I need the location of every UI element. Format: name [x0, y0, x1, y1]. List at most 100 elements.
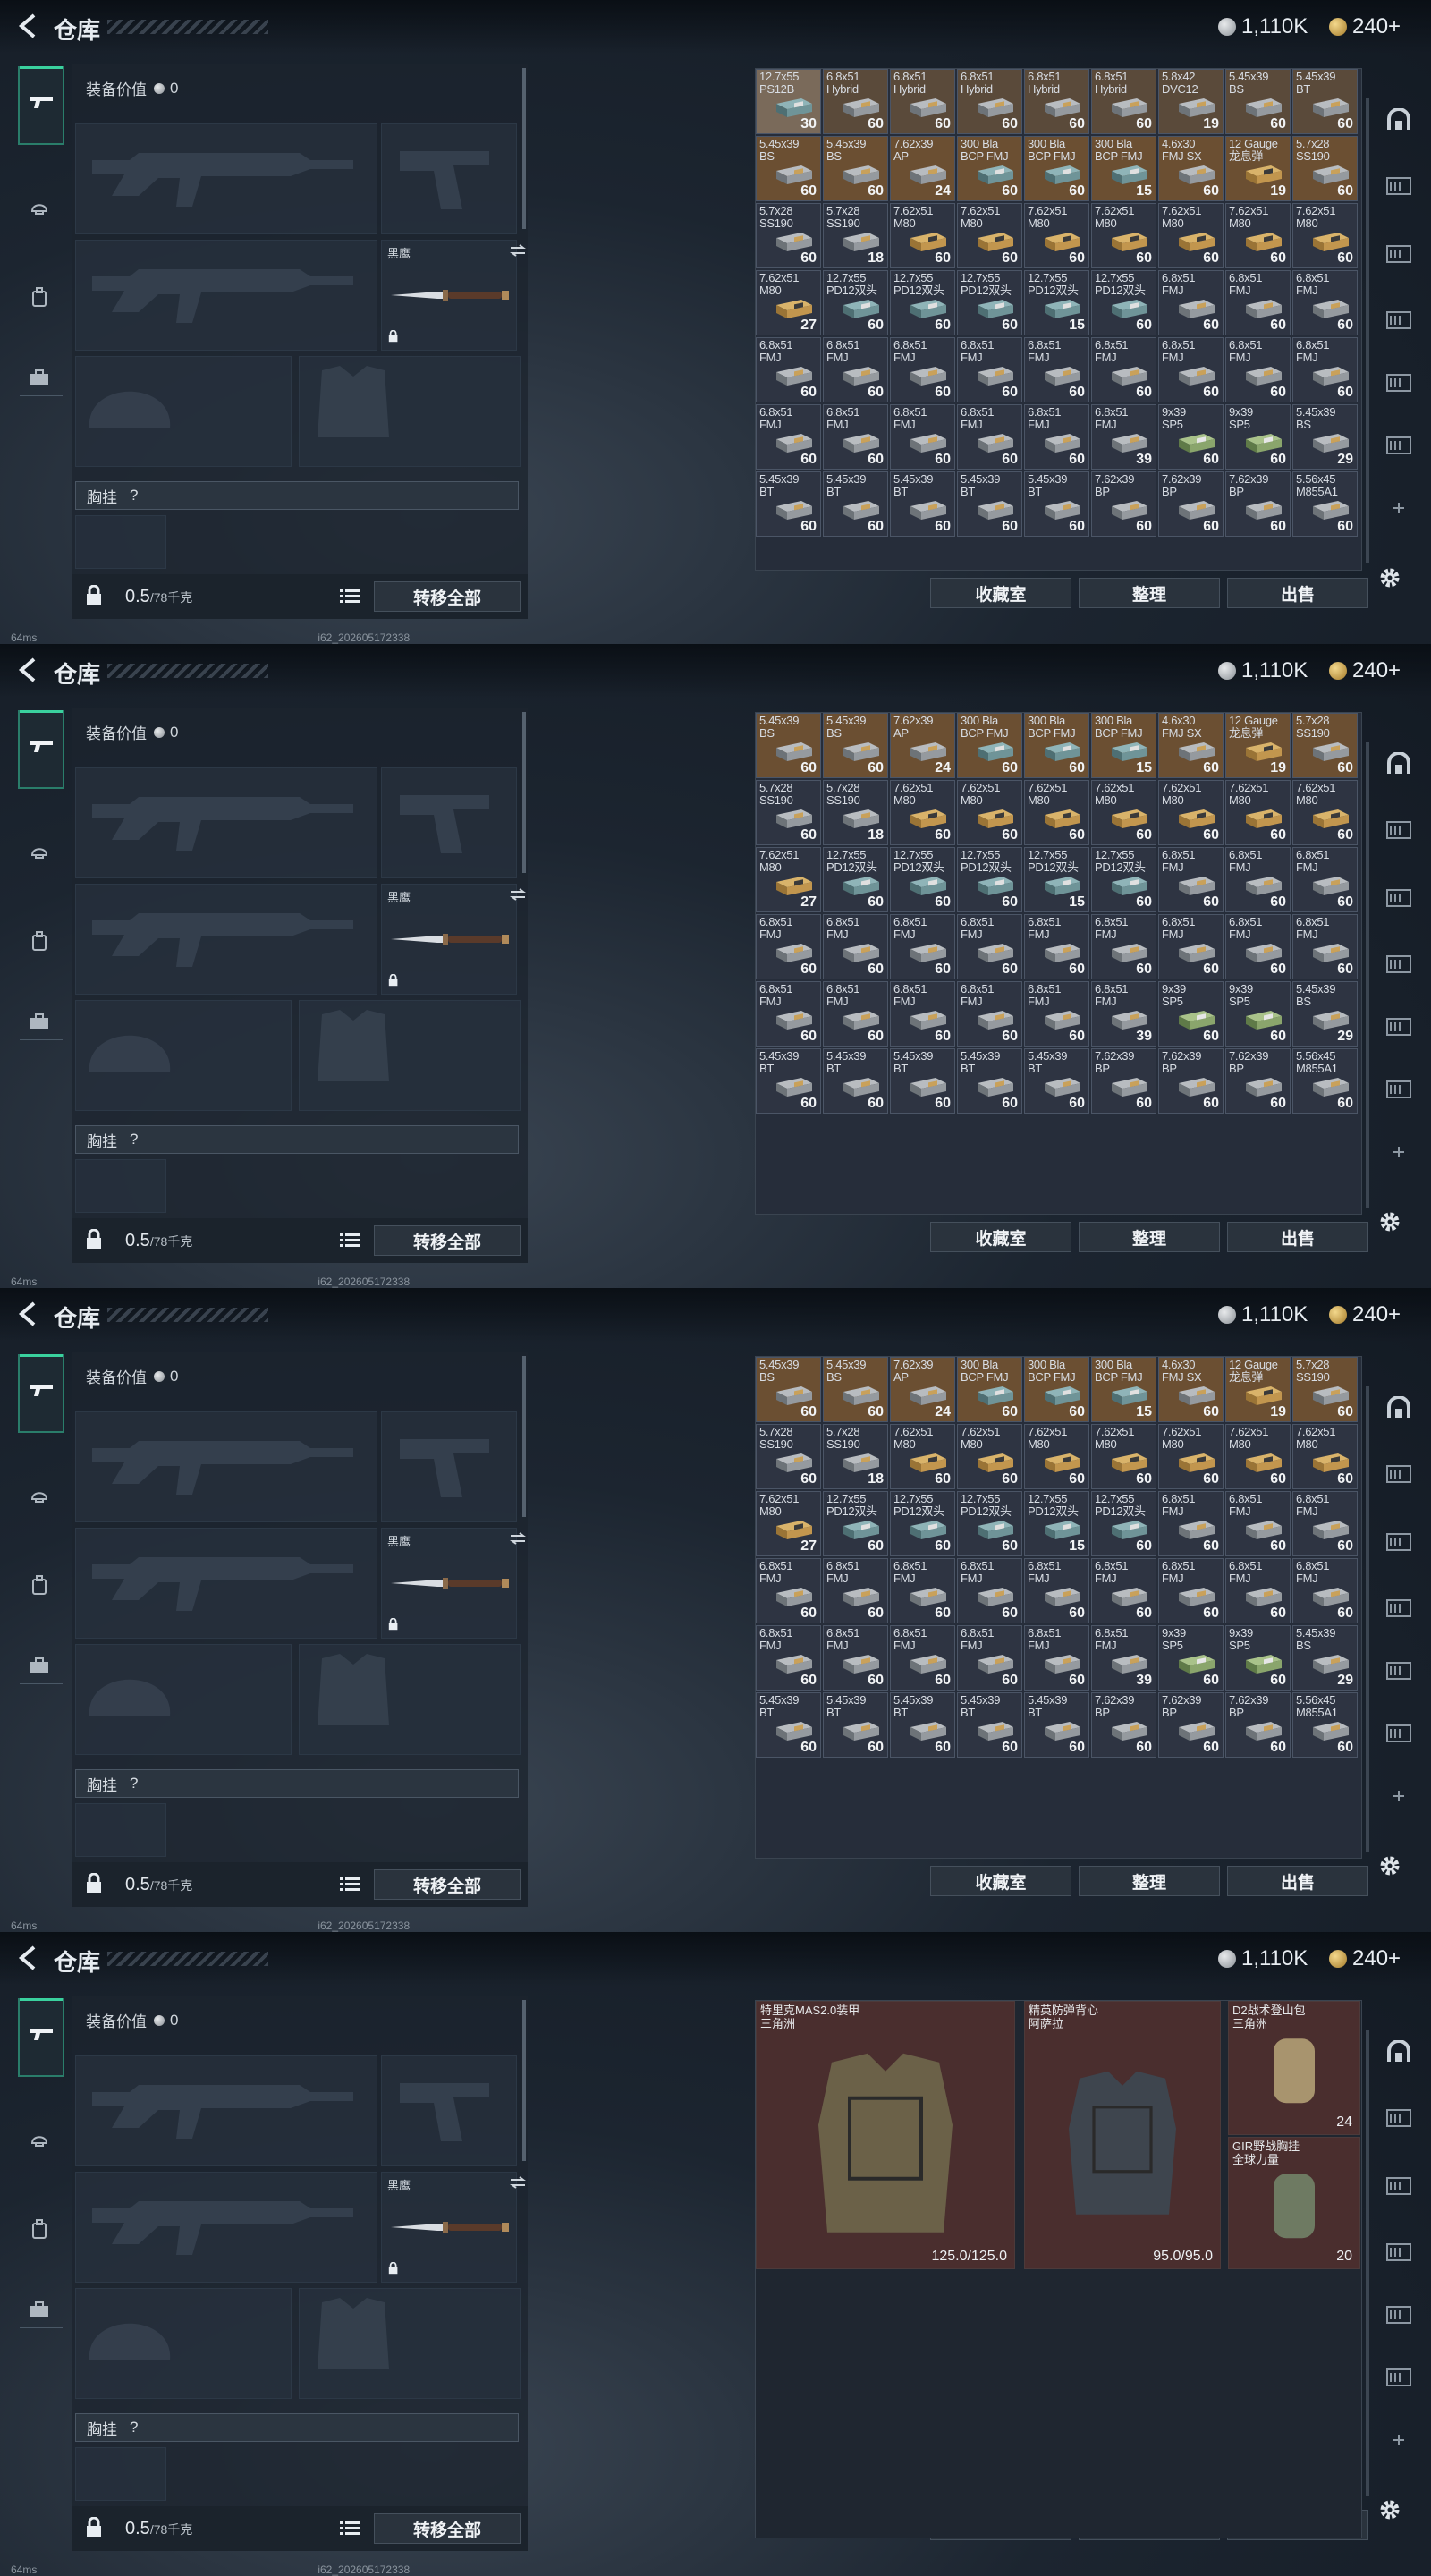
ammo-item[interactable]: 6.8x51 FMJ 60: [1024, 914, 1089, 979]
ammo-item[interactable]: 6.8x51 Hybrid 60: [1024, 69, 1089, 134]
ammo-item[interactable]: 7.62x39 AP 24: [890, 713, 955, 778]
settings-gear-icon[interactable]: [1377, 1209, 1402, 1239]
ammo-item[interactable]: 6.8x51 FMJ 60: [756, 1558, 821, 1623]
primary-weapon-slot[interactable]: [75, 767, 377, 878]
equipment-scrollbar[interactable]: [522, 1356, 526, 1517]
stash-tab-3[interactable]: [1377, 238, 1420, 274]
ammo-item[interactable]: 6.8x51 FMJ 60: [890, 914, 955, 979]
ammo-item[interactable]: 5.45x39 BS 60: [756, 713, 821, 778]
ammo-item[interactable]: 7.62x39 BP 60: [1225, 1048, 1291, 1114]
ammo-item[interactable]: 7.62x51 M80 60: [1292, 203, 1358, 268]
ammo-item[interactable]: 6.8x51 FMJ 60: [890, 1625, 955, 1690]
ammo-item[interactable]: 6.8x51 FMJ 60: [1158, 1491, 1224, 1556]
silver-currency[interactable]: 1,110K: [1218, 658, 1308, 683]
ammo-item[interactable]: 7.62x51 M80 60: [1091, 203, 1156, 268]
ammo-item[interactable]: 12.7x55 PD12双头 60: [1091, 270, 1156, 335]
ammo-item[interactable]: 6.8x51 FMJ 39: [1091, 981, 1156, 1046]
add-stash-tab[interactable]: [1377, 2424, 1420, 2460]
ammo-item[interactable]: 300 Bla BCP FMJ 60: [1024, 1357, 1089, 1422]
ammo-item[interactable]: 5.45x39 BT 60: [823, 1048, 888, 1114]
ammo-item[interactable]: 6.8x51 FMJ 60: [1225, 1558, 1291, 1623]
ammo-item[interactable]: 7.62x39 AP 24: [890, 1357, 955, 1422]
ammo-item[interactable]: 5.45x39 BS 60: [1225, 69, 1291, 134]
organize-button[interactable]: 整理: [1079, 1222, 1220, 1252]
settings-gear-icon[interactable]: [1377, 2497, 1402, 2527]
ammo-item[interactable]: 6.8x51 FMJ 60: [823, 981, 888, 1046]
ammo-item[interactable]: 6.8x51 FMJ 39: [1091, 404, 1156, 470]
nav-weapons-tab[interactable]: [18, 66, 64, 145]
ammo-item[interactable]: 6.8x51 FMJ 60: [1091, 1558, 1156, 1623]
ammo-item[interactable]: 5.45x39 BS 29: [1292, 404, 1358, 470]
ammo-item[interactable]: 6.8x51 Hybrid 60: [1091, 69, 1156, 134]
equipment-scrollbar[interactable]: [522, 712, 526, 873]
ammo-item[interactable]: 6.8x51 FMJ 60: [1158, 270, 1224, 335]
ammo-item[interactable]: 5.7x28 SS190 18: [823, 780, 888, 845]
lock-icon[interactable]: [84, 1872, 104, 1899]
helmet-slot[interactable]: [75, 1644, 292, 1755]
chest-rig-slot[interactable]: 胸挂?: [75, 1769, 519, 1798]
ammo-item[interactable]: 6.8x51 FMJ 60: [823, 404, 888, 470]
stash-tab-4[interactable]: [1377, 2236, 1420, 2272]
nav-helmet-tab[interactable]: [18, 2120, 61, 2163]
ammo-item[interactable]: 6.8x51 FMJ 60: [1292, 914, 1358, 979]
ammo-item[interactable]: 5.56x45 M855A1 60: [1292, 1692, 1358, 1758]
ammo-item[interactable]: 7.62x51 M80 60: [1292, 780, 1358, 845]
nav-backpack-tab[interactable]: [18, 921, 61, 964]
collection-room-button[interactable]: 收藏室: [930, 1866, 1071, 1896]
armor-slot[interactable]: [299, 1644, 521, 1755]
ammo-item[interactable]: 5.45x39 BT 60: [1024, 1692, 1089, 1758]
ammo-item[interactable]: 6.8x51 FMJ 60: [756, 914, 821, 979]
primary-weapon-slot[interactable]: [75, 2055, 377, 2166]
ammo-item[interactable]: 7.62x51 M80 60: [1225, 203, 1291, 268]
ammo-item[interactable]: 6.8x51 FMJ 60: [1024, 404, 1089, 470]
ammo-item[interactable]: 5.7x28 SS190 60: [1292, 713, 1358, 778]
gold-currency[interactable]: 240+: [1329, 1946, 1401, 1971]
nav-backpack-tab[interactable]: [18, 1565, 61, 1608]
nav-helmet-tab[interactable]: [18, 188, 61, 231]
primary-weapon-slot[interactable]: [75, 123, 377, 234]
stash-tab-4[interactable]: [1377, 1592, 1420, 1628]
sidearm-slot[interactable]: [381, 1411, 517, 1522]
lock-icon[interactable]: [84, 2516, 104, 2543]
ammo-item[interactable]: 7.62x51 M80 60: [1024, 780, 1089, 845]
ammo-item[interactable]: 5.45x39 BT 60: [823, 1692, 888, 1758]
organize-button[interactable]: 整理: [1079, 578, 1220, 608]
list-view-icon[interactable]: [340, 587, 360, 609]
ammo-item[interactable]: 9x39 SP5 60: [1225, 1625, 1291, 1690]
ammo-item[interactable]: 6.8x51 FMJ 60: [957, 337, 1022, 402]
ammo-item[interactable]: 6.8x51 FMJ 60: [1158, 1558, 1224, 1623]
stash-tab-6[interactable]: [1377, 429, 1420, 465]
sidearm-slot[interactable]: [381, 2055, 517, 2166]
ammo-item[interactable]: 6.8x51 Hybrid 60: [823, 69, 888, 134]
sell-button[interactable]: 出售: [1227, 1222, 1368, 1252]
ammo-item[interactable]: 9x39 SP5 60: [1225, 981, 1291, 1046]
stash-tab-6[interactable]: [1377, 2361, 1420, 2397]
stash-tab-2[interactable]: [1377, 1458, 1420, 1494]
stash-tab-2[interactable]: [1377, 170, 1420, 206]
ammo-item[interactable]: 7.62x51 M80 27: [756, 270, 821, 335]
nav-weapons-tab[interactable]: [18, 710, 64, 789]
silver-currency[interactable]: 1,110K: [1218, 1302, 1308, 1327]
ammo-item[interactable]: 5.45x39 BS 29: [1292, 1625, 1358, 1690]
ammo-item[interactable]: 7.62x39 BP 60: [1158, 1048, 1224, 1114]
ammo-item[interactable]: 6.8x51 FMJ 39: [1091, 1625, 1156, 1690]
ammo-item[interactable]: 7.62x39 AP 24: [890, 136, 955, 201]
stash-main-tab[interactable]: [1377, 2036, 1420, 2072]
equipment-scrollbar[interactable]: [522, 2000, 526, 2161]
ammo-item[interactable]: 9x39 SP5 60: [1158, 1625, 1224, 1690]
sell-button[interactable]: 出售: [1227, 578, 1368, 608]
ammo-item[interactable]: 6.8x51 FMJ 60: [823, 1625, 888, 1690]
stash-scrollbar[interactable]: [1366, 98, 1369, 564]
ammo-item[interactable]: 6.8x51 FMJ 60: [1158, 847, 1224, 912]
ammo-item[interactable]: 5.45x39 BT 60: [890, 1692, 955, 1758]
stash-tab-5[interactable]: [1377, 2299, 1420, 2334]
armor-item-mas[interactable]: 特里克MAS2.0装甲 三角洲 125.0/125.0: [756, 2001, 1015, 2269]
nav-briefcase-tab[interactable]: [18, 1002, 61, 1045]
ammo-item[interactable]: 6.8x51 FMJ 60: [1292, 847, 1358, 912]
ammo-item[interactable]: 6.8x51 FMJ 60: [1024, 1558, 1089, 1623]
back-arrow-icon[interactable]: [16, 1945, 39, 1971]
ammo-item[interactable]: 6.8x51 FMJ 60: [1225, 1491, 1291, 1556]
nav-backpack-tab[interactable]: [18, 2209, 61, 2252]
ammo-item[interactable]: 300 Bla BCP FMJ 15: [1091, 1357, 1156, 1422]
settings-gear-icon[interactable]: [1377, 1853, 1402, 1883]
